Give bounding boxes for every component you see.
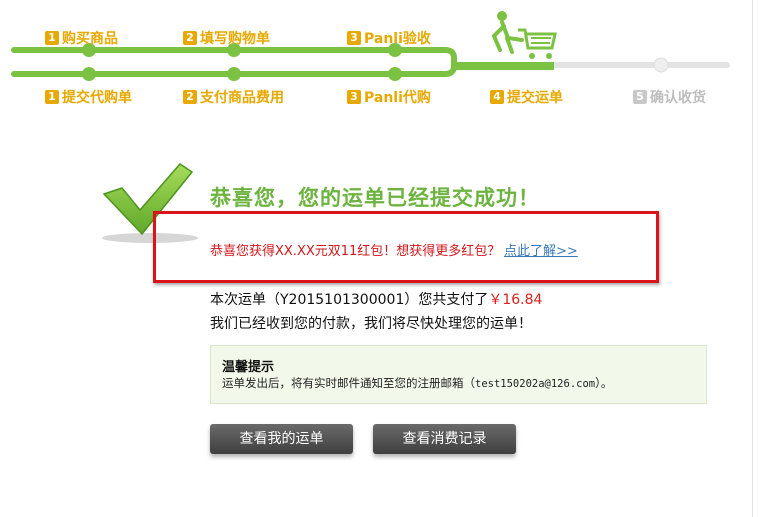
- step-number-badge: 2: [183, 90, 197, 104]
- payment-received-text: 我们已经收到您的付款，我们将尽快处理您的运单！: [210, 316, 532, 332]
- tip-text: 运单发出后，将有实时邮件通知至您的注册邮箱（test150202a@126.co…: [222, 375, 612, 391]
- tip-title: 温馨提示: [222, 360, 275, 375]
- shopping-cart-person-icon: [491, 11, 557, 59]
- bottom-step-3-node: [388, 67, 402, 81]
- bottom-step-3-label: Panli代购: [364, 90, 431, 106]
- payment-summary-text: 本次运单（Y2015101300001）您共支付了: [210, 292, 489, 308]
- bottom-step-3: 3 Panli代购: [347, 87, 431, 107]
- bottom-step-4: 4 提交运单: [490, 87, 563, 107]
- top-step-2: 2 填写购物单: [183, 28, 270, 48]
- top-step-1-label: 购买商品: [62, 31, 118, 47]
- view-spending-records-button[interactable]: 查看消费记录: [373, 424, 516, 454]
- step-number-badge: 2: [183, 31, 197, 45]
- order-progress-tracker: 1 购买商品 2 填写购物单 3 Panli验收 1 提交代购单 2 支付商品费…: [0, 0, 759, 120]
- payment-summary: 本次运单（Y2015101300001）您共支付了￥16.84: [210, 289, 542, 309]
- registered-email: test150202a@126.com: [475, 378, 596, 390]
- learn-more-link[interactable]: 点此了解>>: [504, 240, 578, 259]
- top-step-1: 1 购买商品: [45, 28, 118, 48]
- payment-amount: ￥16.84: [488, 292, 543, 308]
- view-my-waybill-button[interactable]: 查看我的运单: [210, 424, 353, 454]
- step-5-node: [653, 57, 669, 73]
- tip-box: 温馨提示 运单发出后，将有实时邮件通知至您的注册邮箱（test150202a@1…: [210, 345, 707, 404]
- bottom-step-2-node: [227, 67, 241, 81]
- bottom-step-1: 1 提交代购单: [45, 87, 132, 107]
- bottom-step-2-label: 支付商品费用: [200, 90, 284, 106]
- bottom-step-5-label: 确认收货: [650, 90, 706, 106]
- step-number-badge: 3: [347, 31, 361, 45]
- bottom-step-1-node: [82, 67, 96, 81]
- top-step-3-label: Panli验收: [364, 31, 431, 47]
- step-number-badge: 3: [347, 90, 361, 104]
- success-title: 恭喜您，您的运单已经提交成功！: [210, 185, 540, 210]
- step-number-badge: 1: [45, 90, 59, 104]
- bottom-step-5: 5 确认收货: [633, 87, 706, 107]
- top-step-2-label: 填写购物单: [200, 31, 270, 47]
- top-step-3: 3 Panli验收: [347, 28, 431, 48]
- bottom-step-2: 2 支付商品费用: [183, 87, 284, 107]
- step-number-badge: 4: [490, 90, 504, 104]
- red-packet-promo-text: 恭喜您获得XX.XX元双11红包！想获得更多红包？: [210, 244, 501, 259]
- tip-text-prefix: 运单发出后，将有实时邮件通知至您的注册邮箱（: [222, 376, 475, 390]
- bottom-step-1-label: 提交代购单: [62, 90, 132, 106]
- step-number-badge: 5: [633, 90, 647, 104]
- tip-text-suffix: ）。: [595, 376, 613, 390]
- step-number-badge: 1: [45, 31, 59, 45]
- bottom-step-4-label: 提交运单: [507, 90, 563, 106]
